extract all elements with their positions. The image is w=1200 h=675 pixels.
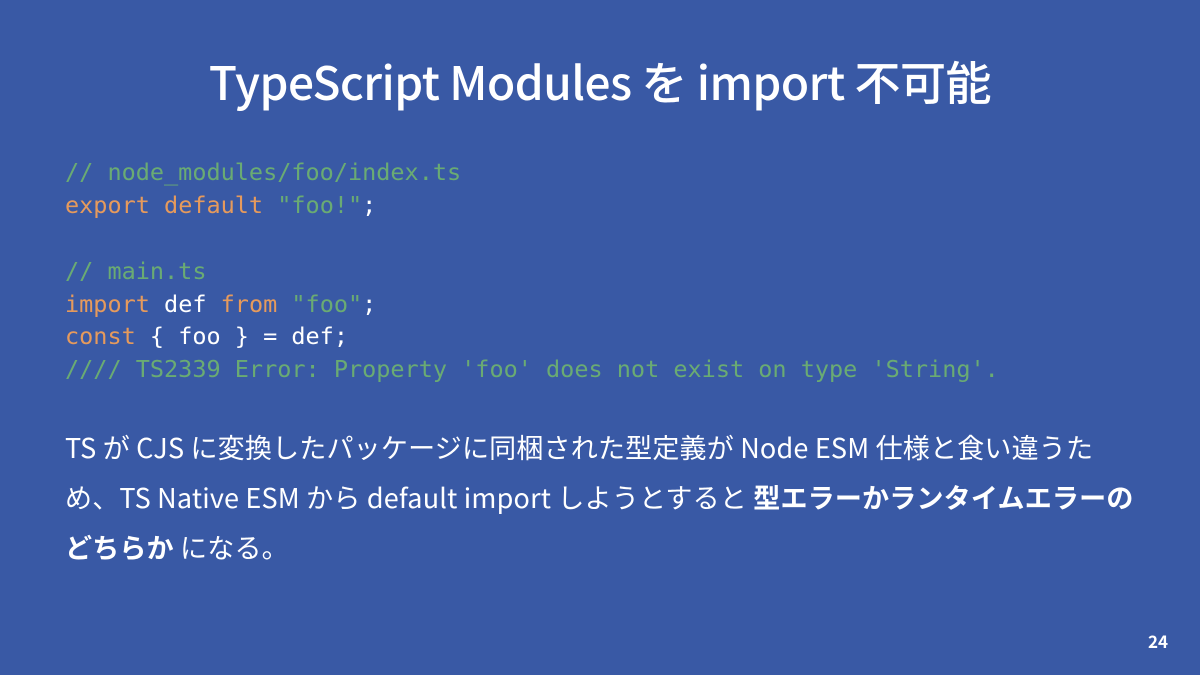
code-string: "foo!" xyxy=(277,191,362,219)
body-text: になる。 xyxy=(174,527,289,566)
page-number: 24 xyxy=(1148,628,1168,653)
code-keyword: const xyxy=(65,322,136,350)
code-keyword: from xyxy=(221,290,278,318)
code-block: // node_modules/foo/index.ts export defa… xyxy=(65,156,1135,386)
code-comment: //// TS2339 Error: Property 'foo' does n… xyxy=(65,355,999,383)
code-punct: ; xyxy=(362,191,376,219)
code-keyword: export xyxy=(65,191,150,219)
slide-title: TypeScript Modules を import 不可能 xyxy=(65,48,1135,114)
code-ident: { foo } = def; xyxy=(150,322,348,350)
code-comment: // node_modules/foo/index.ts xyxy=(65,158,461,186)
body-paragraph: TS が CJS に変換したパッケージに同梱された型定義が Node ESM 仕… xyxy=(65,422,1135,572)
code-punct: ; xyxy=(362,290,376,318)
code-keyword: default xyxy=(164,191,263,219)
code-string: "foo" xyxy=(291,290,362,318)
code-comment: // main.ts xyxy=(65,257,206,285)
code-ident: def xyxy=(164,290,206,318)
code-keyword: import xyxy=(65,290,150,318)
